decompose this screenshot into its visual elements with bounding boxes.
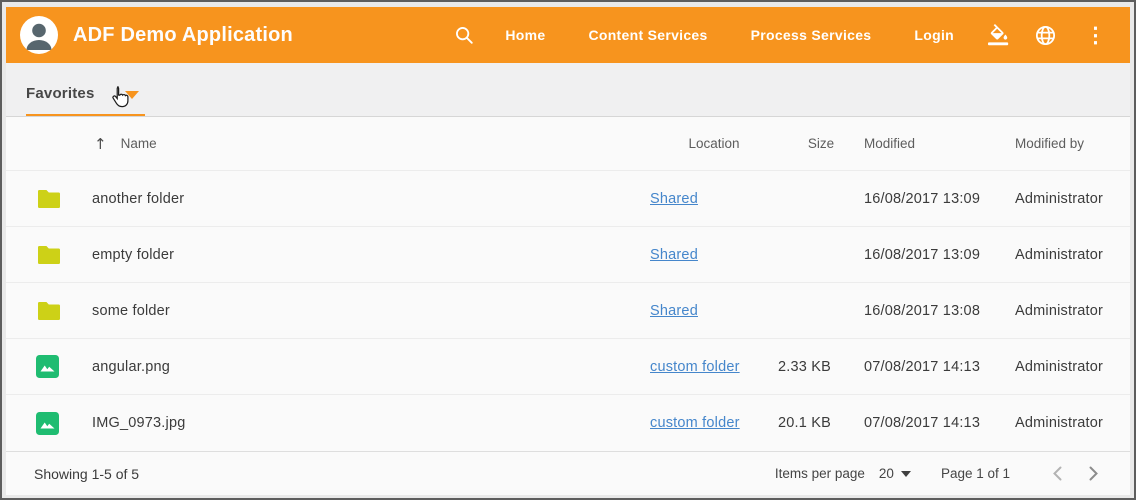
theme-color-fill-icon[interactable] <box>988 24 1010 46</box>
toolbar-right: Home Content Services Process Services L… <box>453 21 1112 49</box>
more-options-kebab-icon[interactable]: ⋮ <box>1079 25 1112 46</box>
items-per-page-caret-icon <box>901 471 911 477</box>
column-header-modified[interactable]: Modified <box>864 136 1015 151</box>
search-icon[interactable] <box>453 24 475 46</box>
file-name[interactable]: empty folder <box>92 247 650 263</box>
modified-by: Administrator <box>1015 303 1110 319</box>
main-nav: Home Content Services Process Services L… <box>505 21 988 49</box>
nav-item-content-services[interactable]: Content Services <box>588 21 707 49</box>
file-size: 2.33 KB <box>778 359 864 375</box>
nav-item-login[interactable]: Login <box>914 21 954 49</box>
app-title: ADF Demo Application <box>73 24 293 47</box>
document-list: another folder Shared 16/08/2017 13:09 A… <box>6 171 1130 451</box>
modified-by: Administrator <box>1015 247 1110 263</box>
dropdown-caret-icon <box>125 91 139 99</box>
file-name[interactable]: some folder <box>92 303 650 319</box>
column-header-name-label: Name <box>121 136 157 151</box>
nav-item-home[interactable]: Home <box>505 21 545 49</box>
modified-date: 07/08/2017 14:13 <box>864 359 1015 375</box>
folder-icon <box>36 244 62 266</box>
location-link[interactable]: Shared <box>650 191 698 207</box>
table-row[interactable]: another folder Shared 16/08/2017 13:09 A… <box>6 171 1130 227</box>
table-row[interactable]: angular.png custom folder 2.33 KB 07/08/… <box>6 339 1130 395</box>
location-link[interactable]: Shared <box>650 247 698 263</box>
image-file-icon <box>36 355 59 378</box>
table-row[interactable]: IMG_0973.jpg custom folder 20.1 KB 07/08… <box>6 395 1130 451</box>
showing-range-label: Showing 1-5 of 5 <box>34 466 139 482</box>
adf-app: ADF Demo Application Home Content Servic… <box>6 7 1130 495</box>
items-per-page-label: Items per page <box>775 466 865 481</box>
app-window: ADF Demo Application Home Content Servic… <box>0 0 1136 500</box>
column-header-modified-by[interactable]: Modified by <box>1015 136 1110 151</box>
nav-item-process-services[interactable]: Process Services <box>751 21 872 49</box>
items-per-page-select[interactable]: 20 <box>879 466 911 481</box>
favorites-dropdown[interactable]: Favorites <box>26 85 145 116</box>
modified-date: 07/08/2017 14:13 <box>864 415 1015 431</box>
user-avatar-icon <box>20 16 58 54</box>
items-per-page-value: 20 <box>879 466 894 481</box>
user-avatar[interactable] <box>20 16 58 54</box>
table-header-row: ↑ Name Location Size Modified Modified b… <box>6 117 1130 171</box>
column-header-location[interactable]: Location <box>650 136 778 151</box>
app-toolbar: ADF Demo Application Home Content Servic… <box>6 7 1130 63</box>
table-row[interactable]: empty folder Shared 16/08/2017 13:09 Adm… <box>6 227 1130 283</box>
modified-by: Administrator <box>1015 191 1110 207</box>
modified-by: Administrator <box>1015 359 1110 375</box>
language-globe-icon[interactable] <box>1034 24 1057 47</box>
favorites-label: Favorites <box>26 85 95 102</box>
sort-ascending-icon: ↑ <box>94 135 107 153</box>
previous-page-button[interactable] <box>1044 461 1070 487</box>
location-link[interactable]: custom folder <box>650 415 740 431</box>
modified-date: 16/08/2017 13:09 <box>864 247 1015 263</box>
column-header-size[interactable]: Size <box>778 136 864 151</box>
image-file-icon <box>36 412 59 435</box>
location-link[interactable]: Shared <box>650 303 698 319</box>
location-link[interactable]: custom folder <box>650 359 740 375</box>
modified-date: 16/08/2017 13:08 <box>864 303 1015 319</box>
file-name[interactable]: angular.png <box>92 359 650 375</box>
table-row[interactable]: some folder Shared 16/08/2017 13:08 Admi… <box>6 283 1130 339</box>
folder-icon <box>36 300 62 322</box>
modified-by: Administrator <box>1015 415 1110 431</box>
file-name[interactable]: another folder <box>92 191 650 207</box>
page-indicator-label: Page 1 of 1 <box>941 466 1010 481</box>
modified-date: 16/08/2017 13:09 <box>864 191 1015 207</box>
next-page-button[interactable] <box>1080 461 1106 487</box>
pagination-controls: Items per page 20 Page 1 of 1 <box>775 461 1106 487</box>
view-selector-bar: Favorites <box>6 63 1130 117</box>
file-size: 20.1 KB <box>778 415 864 431</box>
folder-icon <box>36 188 62 210</box>
file-name[interactable]: IMG_0973.jpg <box>92 415 650 431</box>
column-header-name[interactable]: ↑ Name <box>36 135 650 153</box>
pagination-bar: Showing 1-5 of 5 Items per page 20 Page … <box>6 451 1130 495</box>
